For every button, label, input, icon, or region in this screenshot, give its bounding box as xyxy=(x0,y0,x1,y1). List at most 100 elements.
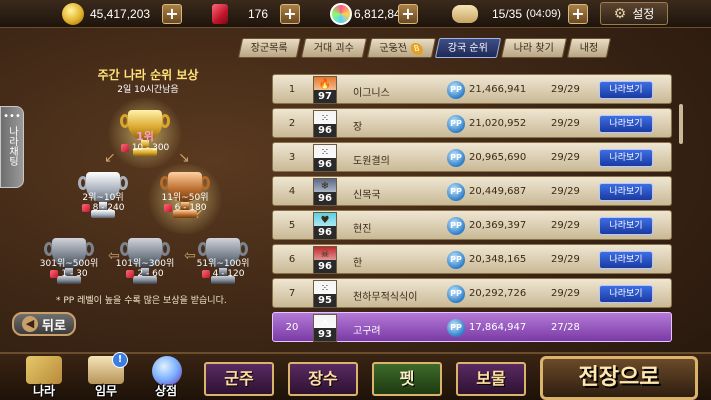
ranking-row[interactable]: 4 ❄ 96 신목국 PP 20,449,687 29/29 나라보기 xyxy=(272,176,672,206)
nation-name: 도원결의 xyxy=(353,156,390,167)
ruby-value: 176 xyxy=(248,7,269,21)
view-nation-button[interactable]: 나라보기 xyxy=(599,81,653,99)
tab-label: 거대 괴수 xyxy=(313,43,354,54)
reward-value: 10 - 300 xyxy=(131,143,170,153)
back-button[interactable]: ◀ 뒤로 xyxy=(12,312,76,336)
view-nation-button[interactable]: 나라보기 xyxy=(599,183,653,201)
view-nation-button[interactable]: 나라보기 xyxy=(599,115,653,133)
nation-pp: 20,965,690 xyxy=(469,152,527,163)
ruby-icon xyxy=(201,269,210,278)
rank-number: 3 xyxy=(288,152,296,163)
nation-flag-icon: ⁙ 96 xyxy=(313,144,337,172)
pp-icon: PP xyxy=(447,319,465,337)
nation-pp: 21,020,952 xyxy=(469,118,527,129)
rank-number: 6 xyxy=(288,254,296,265)
view-nation-button[interactable]: 나라보기 xyxy=(599,251,653,269)
pet-button[interactable]: 펫 xyxy=(372,362,442,396)
nation-level: 96 xyxy=(314,226,336,239)
tab-giant-monster[interactable]: 거대 괴수 xyxy=(300,38,367,58)
battle-button[interactable]: 전장으로 xyxy=(540,356,698,400)
tab-warlords[interactable]: 군웅전 B xyxy=(366,38,436,58)
pp-icon: PP xyxy=(447,115,465,133)
stamina-resource: 15/35 (04:09) xyxy=(452,3,561,25)
ranking-row[interactable]: 6 ☠ 96 한 PP 20,348,165 29/29 나라보기 xyxy=(272,244,672,274)
ruby-icon xyxy=(163,203,172,212)
tier-1-reward: 10 - 300 xyxy=(105,143,185,153)
attendance: 29/29 xyxy=(551,288,580,299)
add-stamina-button[interactable]: + xyxy=(568,4,588,24)
nation-name: 장 xyxy=(353,122,363,133)
rank-number: 1 xyxy=(288,84,296,95)
b-badge-icon: B xyxy=(408,43,424,55)
candy-resource: 6,812,847 xyxy=(330,3,407,25)
back-label: 뒤로 xyxy=(42,318,66,334)
nation-pp: 20,348,165 xyxy=(469,254,527,265)
gold-resource: 45,417,203 xyxy=(62,3,150,25)
nation-name: 이그니스 xyxy=(353,88,390,99)
nation-flag-icon: ✕ 93 xyxy=(313,314,337,342)
nation-flag-icon: ⁙ 96 xyxy=(313,110,337,138)
bottom-nav: 나라 ! 임무 상점 군주 장수 펫 보물 전장으로 xyxy=(0,352,711,400)
settings-button[interactable]: ⚙ 설정 xyxy=(600,2,668,25)
tab-label: 나라 찾기 xyxy=(514,43,555,54)
view-nation-button[interactable]: 나라보기 xyxy=(599,217,653,235)
tab-power-ranking[interactable]: 강국 순위 xyxy=(435,38,502,58)
rank-number: 4 xyxy=(288,186,296,197)
rank-number: 20 xyxy=(285,322,299,333)
pp-icon: PP xyxy=(447,285,465,303)
reward-value: 1 - 30 xyxy=(61,269,88,279)
my-nation-row[interactable]: 20 ✕ 93 고구려 PP 17,864,947 27/28 xyxy=(272,312,672,342)
tab-label: 내정 xyxy=(580,43,599,54)
ruby-resource: 176 xyxy=(212,3,268,25)
tier-6-reward: 4 - 120 xyxy=(183,269,263,279)
shop-nav-button[interactable]: 상점 xyxy=(138,356,194,400)
attendance: 27/28 xyxy=(551,322,580,333)
tab-find-nation[interactable]: 나라 찾기 xyxy=(501,38,568,58)
nav-label: 상점 xyxy=(154,384,178,398)
pp-icon: PP xyxy=(447,81,465,99)
ruby-icon xyxy=(81,203,90,212)
view-nation-button[interactable]: 나라보기 xyxy=(599,149,653,167)
nation-chat-tab[interactable]: ••• 나라채팅 xyxy=(0,106,24,188)
ranking-row[interactable]: 7 ⁙ 95 천하무적식식이 PP 20,292,726 29/29 나라보기 xyxy=(272,278,672,308)
general-button[interactable]: 장수 xyxy=(288,362,358,396)
nation-flag-icon: 🔥 97 xyxy=(313,76,337,104)
tier-5-rank: 101위~300위 xyxy=(115,259,175,269)
nation-level: 93 xyxy=(314,328,336,341)
attendance: 29/29 xyxy=(551,152,580,163)
add-candy-button[interactable]: + xyxy=(398,4,418,24)
treasure-button[interactable]: 보물 xyxy=(456,362,526,396)
pp-icon: PP xyxy=(447,217,465,235)
nation-level: 96 xyxy=(314,158,336,171)
chat-label: 나라채팅 xyxy=(6,126,18,166)
nation-nav-button[interactable]: 나라 xyxy=(16,356,72,400)
ranking-row[interactable]: 3 ⁙ 96 도원결의 PP 20,965,690 29/29 나라보기 xyxy=(272,142,672,172)
add-ruby-button[interactable]: + xyxy=(280,4,300,24)
attendance: 29/29 xyxy=(551,84,580,95)
ranking-row[interactable]: 2 ⁙ 96 장 PP 21,020,952 29/29 나라보기 xyxy=(272,108,672,138)
tier-2-reward: 8 - 240 xyxy=(63,203,143,213)
ruby-icon xyxy=(126,269,135,278)
quest-nav-button[interactable]: ! 임무 xyxy=(78,352,134,400)
ranking-scrollbar[interactable] xyxy=(679,104,683,144)
ranking-row[interactable]: 5 ♥ 96 현진 PP 20,369,397 29/29 나라보기 xyxy=(272,210,672,240)
nav-label: 나라 xyxy=(32,384,56,398)
add-gold-button[interactable]: + xyxy=(162,4,182,24)
pp-icon: PP xyxy=(447,251,465,269)
tier-3-reward: 6 - 180 xyxy=(145,203,225,213)
lord-button[interactable]: 군주 xyxy=(204,362,274,396)
ranking-row[interactable]: 1 🔥 97 이그니스 PP 21,466,941 29/29 나라보기 xyxy=(272,74,672,104)
pp-icon: PP xyxy=(447,183,465,201)
attendance: 29/29 xyxy=(551,186,580,197)
tab-general-list[interactable]: 장군목록 xyxy=(237,38,301,58)
view-nation-button[interactable]: 나라보기 xyxy=(599,285,653,303)
nation-pp: 17,864,947 xyxy=(469,322,527,333)
attendance: 29/29 xyxy=(551,254,580,265)
map-icon xyxy=(26,356,62,384)
reward-value: 6 - 180 xyxy=(174,203,207,213)
rank-number: 7 xyxy=(288,288,296,299)
scroll-icon xyxy=(452,5,478,23)
tab-domestic[interactable]: 내정 xyxy=(567,38,612,58)
settings-label: 설정 xyxy=(632,7,655,21)
nation-flag-icon: ⁙ 95 xyxy=(313,280,337,308)
